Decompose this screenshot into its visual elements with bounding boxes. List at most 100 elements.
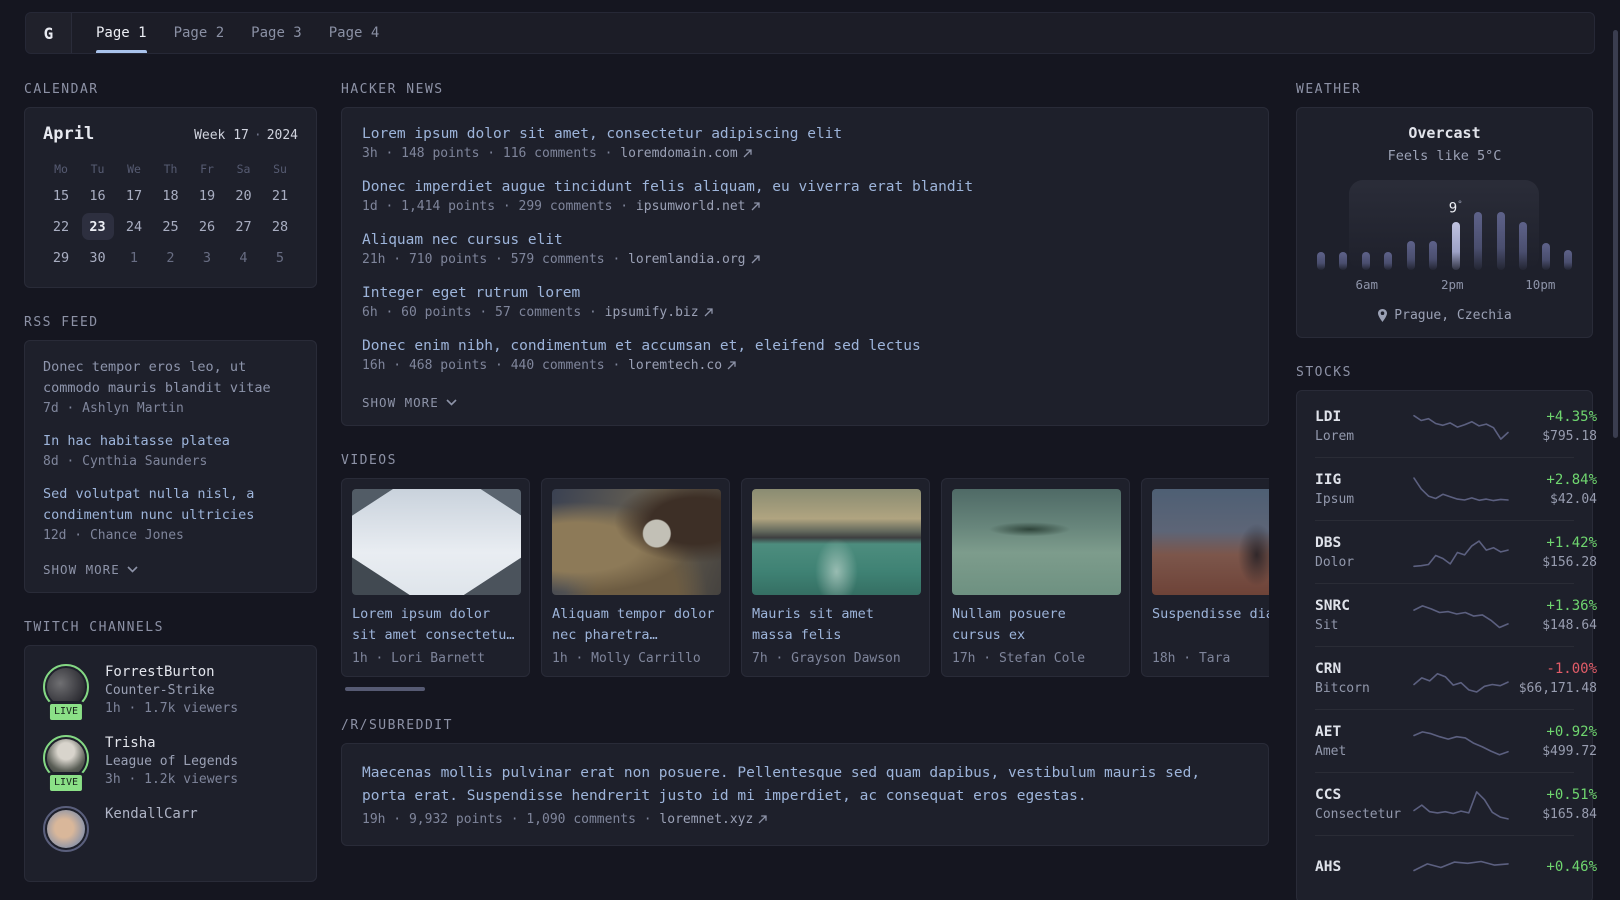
rss-show-more-button[interactable]: SHOW MORE	[43, 562, 138, 577]
sparkline-chart	[1413, 860, 1509, 872]
hacker-news-item: Aliquam nec cursus elit 21h · 710 points …	[362, 232, 1248, 267]
item-domain-link[interactable]: loremdomain.com	[612, 146, 737, 161]
weather-hour-bar	[1474, 212, 1483, 270]
weather-location: Prague, Czechia	[1315, 308, 1574, 323]
hacker-news-item-title[interactable]: Integer eget rutrum lorem	[362, 285, 1248, 301]
dashboard: CALENDAR April Week 17 · 2024 Mo Tu We Th Fr Sa…	[0, 82, 1620, 900]
stock-row[interactable]: AHS +0.46%	[1315, 835, 1597, 898]
weather-hour-label: 2pm	[1440, 277, 1464, 292]
video-title[interactable]: Suspendisse diam	[1152, 604, 1269, 646]
stock-row[interactable]: CRN Bitcorn -1.00% $66,171.48	[1315, 646, 1597, 709]
video-meta: 17h · Stefan Cole	[952, 651, 1086, 666]
video-thumbnail[interactable]	[752, 489, 921, 595]
page-scrollbar[interactable]	[1613, 30, 1618, 438]
weather-hour-bar: 9°	[1449, 200, 1463, 270]
app-logo[interactable]: G	[26, 13, 72, 53]
sparkline-chart	[1413, 791, 1509, 820]
item-domain-link[interactable]: ipsumify.biz	[597, 305, 699, 320]
twitch-channel-name[interactable]: ForrestBurton	[105, 664, 238, 680]
sparkline-chart	[1413, 605, 1509, 629]
calendar-week-year: Week 17 · 2024	[194, 128, 298, 143]
rss-widget: RSS FEED Donec tempor eros leo, ut commo…	[24, 315, 317, 593]
rss-item-title[interactable]: In hac habitasse platea	[43, 431, 298, 452]
hacker-news-list: Lorem ipsum dolor sit amet, consectetur …	[362, 126, 1248, 373]
tab-page-2[interactable]: Page 2	[174, 13, 225, 53]
calendar-day-name: Su	[273, 162, 287, 176]
hacker-news-item-title[interactable]: Lorem ipsum dolor sit amet, consectetur …	[362, 126, 1248, 142]
hacker-news-item-title[interactable]: Donec enim nibh, condimentum et accumsan…	[362, 338, 1248, 354]
stock-row[interactable]: IIG Ipsum +2.84% $42.04	[1315, 457, 1597, 520]
twitch-channel-row[interactable]: LIVE ForrestBurton Counter-Strike 1h · 1.7k…	[43, 664, 298, 723]
video-thumbnail[interactable]	[1152, 489, 1269, 595]
stock-row[interactable]: SNRC Sit +1.36% $148.64	[1315, 583, 1597, 646]
tab-page-4[interactable]: Page 4	[329, 13, 380, 53]
weather-hour-labels: 6am 2pm 10pm	[1315, 277, 1574, 294]
stock-change: +0.92%	[1546, 723, 1597, 740]
calendar-day: 2	[166, 249, 175, 266]
stock-price: $165.84	[1542, 806, 1597, 822]
stock-symbol: AET	[1315, 723, 1342, 740]
item-domain-link[interactable]: ipsumworld.net	[628, 199, 746, 214]
video-title[interactable]: Nullam posuere cursus ex	[952, 604, 1119, 646]
video-title[interactable]: Aliquam tempor dolor nec pharetra…	[552, 604, 719, 646]
weather-hour-label: 6am	[1355, 277, 1379, 292]
stock-row[interactable]: CCS Consectetur +0.51% $165.84	[1315, 772, 1597, 835]
subreddit-post-meta: 19h · 9,932 points · 1,090 comments · lo…	[362, 812, 1248, 827]
twitch-channel-info: KendallCarr	[105, 806, 198, 852]
video-title[interactable]: Lorem ipsum dolor sit amet consectetu…	[352, 604, 519, 646]
twitch-channel-name[interactable]: KendallCarr	[105, 806, 198, 822]
twitch-channel-row[interactable]: KendallCarr	[43, 806, 298, 852]
weather-hour-bar	[1339, 252, 1348, 270]
calendar-day-name: We	[127, 162, 141, 176]
hacker-news-item-meta: 16h · 468 points · 440 comments · loremt…	[362, 358, 1248, 373]
hacker-news-item-title[interactable]: Donec imperdiet augue tincidunt felis al…	[362, 179, 1248, 195]
stock-name: Consectetur	[1315, 806, 1402, 822]
item-meta-text: 16h · 468 points · 440 comments ·	[362, 358, 621, 373]
stock-row[interactable]: LDI Lorem +4.35% $795.18	[1315, 395, 1597, 457]
videos-row: Lorem ipsum dolor sit amet consectetu… 1h…	[341, 478, 1269, 677]
rss-section-title: RSS FEED	[24, 315, 99, 330]
video-thumbnail[interactable]	[352, 489, 521, 595]
stock-symbol: IIG	[1315, 471, 1342, 488]
weather-card: Overcast Feels like 5°C 9° 6am 2pm 10pm Pr…	[1296, 107, 1593, 338]
videos-scrollbar[interactable]	[345, 687, 425, 691]
hacker-news-item: Donec enim nibh, condimentum et accumsan…	[362, 338, 1248, 373]
rss-item-meta: 8d · Cynthia Saunders	[43, 454, 208, 469]
stock-row[interactable]: DBS Dolor +1.42% $156.28	[1315, 520, 1597, 583]
weather-section-title: WEATHER	[1296, 82, 1362, 97]
item-domain-link[interactable]: loremlandia.org	[620, 252, 745, 267]
subreddit-widget: /R/SUBREDDIT Maecenas mollis pulvinar er…	[341, 718, 1269, 846]
calendar-day: 29	[52, 249, 70, 266]
video-thumbnail[interactable]	[952, 489, 1121, 595]
rss-card: Donec tempor eros leo, ut commodo mauris…	[24, 340, 317, 593]
hacker-news-item: Lorem ipsum dolor sit amet, consectetur …	[362, 126, 1248, 161]
hacker-news-item-meta: 6h · 60 points · 57 comments · ipsumify.…	[362, 305, 1248, 320]
calendar-section-title: CALENDAR	[24, 82, 99, 97]
hacker-news-show-more-button[interactable]: SHOW MORE	[362, 395, 457, 410]
videos-widget: VIDEOS Lorem ipsum dolor sit amet consec…	[341, 453, 1269, 691]
calendar-day: 18	[162, 187, 179, 204]
video-meta: 1h · Lori Barnett	[352, 651, 486, 666]
video-title[interactable]: Mauris sit amet massa felis	[752, 604, 919, 646]
live-badge: LIVE	[46, 701, 86, 723]
item-meta-text: 19h · 9,932 points · 1,090 comments ·	[362, 812, 652, 827]
tab-page-1[interactable]: Page 1	[96, 13, 147, 53]
tab-page-3[interactable]: Page 3	[251, 13, 302, 53]
stock-info: LDI Lorem	[1315, 409, 1413, 444]
hacker-news-card: Lorem ipsum dolor sit amet, consectetur …	[341, 107, 1269, 426]
twitch-channel-name[interactable]: Trisha	[105, 735, 238, 751]
stock-info: CRN Bitcorn	[1315, 661, 1413, 696]
rss-item-title[interactable]: Donec tempor eros leo, ut commodo mauris…	[43, 357, 298, 399]
twitch-channel-row[interactable]: LIVE Trisha League of Legends 3h · 1.2k vie…	[43, 735, 298, 794]
item-domain-link[interactable]: loremtech.co	[620, 358, 722, 373]
stock-info: AET Amet	[1315, 724, 1413, 759]
item-domain-link[interactable]: loremnet.xyz	[652, 812, 753, 827]
stock-sparkline	[1413, 723, 1509, 759]
subreddit-post-title[interactable]: Maecenas mollis pulvinar erat non posuer…	[362, 762, 1248, 808]
hacker-news-item-title[interactable]: Aliquam nec cursus elit	[362, 232, 1248, 248]
rss-item-title[interactable]: Sed volutpat nulla nisl, a condimentum n…	[43, 484, 298, 526]
stock-row[interactable]: AET Amet +0.92% $499.72	[1315, 709, 1597, 772]
video-thumbnail[interactable]	[552, 489, 721, 595]
right-column: WEATHER Overcast Feels like 5°C 9° 6am 2p…	[1296, 82, 1597, 900]
stock-change: +1.36%	[1546, 597, 1597, 614]
